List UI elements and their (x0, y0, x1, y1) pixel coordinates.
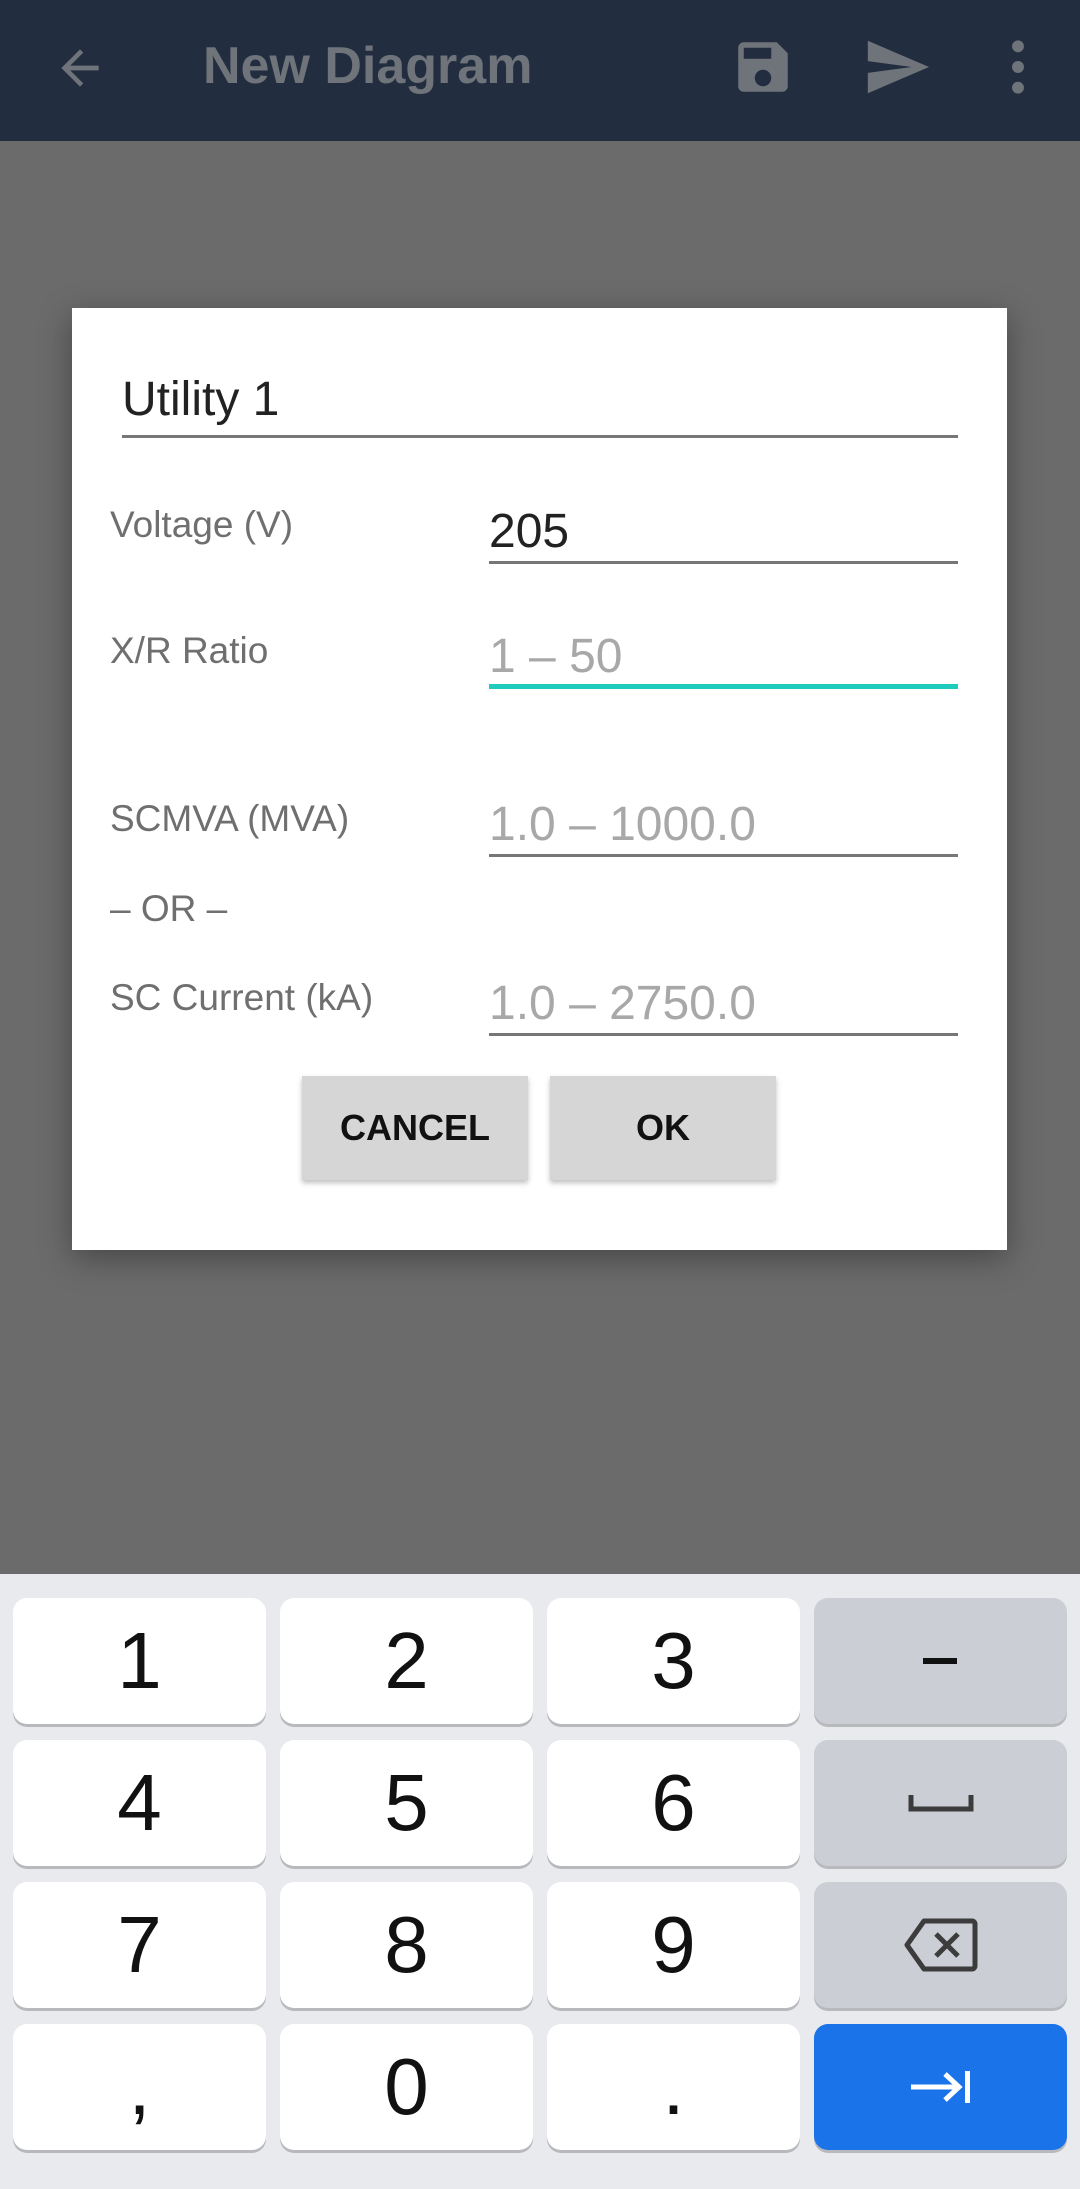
xr-ratio-label: X/R Ratio (110, 630, 269, 671)
key-minus[interactable] (814, 1598, 1067, 1724)
minus-icon (922, 1658, 957, 1664)
app-bar: New Diagram (0, 0, 1080, 141)
space-icon (908, 1795, 973, 1812)
utility-dialog: Utility 1 Voltage (V) 205 X/R Ratio 1 – … (72, 308, 1007, 1250)
save-icon[interactable] (730, 34, 796, 100)
cancel-button[interactable]: CANCEL (302, 1076, 528, 1180)
key-period[interactable]: . (547, 2024, 800, 2150)
ok-button[interactable]: OK (550, 1076, 776, 1180)
sc-current-input[interactable]: 1.0 – 2750.0 (489, 976, 958, 1036)
scmva-label: SCMVA (MVA) (110, 798, 350, 839)
scmva-input[interactable]: 1.0 – 1000.0 (489, 797, 958, 857)
backspace-icon (904, 1918, 977, 1972)
voltage-input[interactable]: 205 (489, 504, 958, 564)
arrow-back-icon[interactable] (52, 40, 108, 96)
key-comma[interactable]: , (13, 2024, 266, 2150)
numeric-keyboard: 1 2 3 4 5 6 7 8 9 , 0 . (0, 1574, 1080, 2189)
voltage-label: Voltage (V) (110, 504, 294, 545)
tab-next-icon (910, 2071, 970, 2103)
key-7[interactable]: 7 (13, 1882, 266, 2008)
key-1[interactable]: 1 (13, 1598, 266, 1724)
key-2[interactable]: 2 (280, 1598, 533, 1724)
key-space[interactable] (814, 1740, 1067, 1866)
key-3[interactable]: 3 (547, 1598, 800, 1724)
key-4[interactable]: 4 (13, 1740, 266, 1866)
more-vert-icon[interactable] (1000, 36, 1036, 98)
key-5[interactable]: 5 (280, 1740, 533, 1866)
sc-current-label: SC Current (kA) (110, 977, 374, 1018)
key-0[interactable]: 0 (280, 2024, 533, 2150)
or-separator: – OR – (110, 888, 228, 929)
send-icon[interactable] (862, 32, 932, 102)
page-title: New Diagram (203, 37, 533, 95)
name-input[interactable]: Utility 1 (122, 370, 958, 438)
key-backspace[interactable] (814, 1882, 1067, 2008)
key-6[interactable]: 6 (547, 1740, 800, 1866)
key-8[interactable]: 8 (280, 1882, 533, 2008)
key-next[interactable] (814, 2024, 1067, 2150)
xr-ratio-input[interactable]: 1 – 50 (489, 629, 958, 689)
key-9[interactable]: 9 (547, 1882, 800, 2008)
